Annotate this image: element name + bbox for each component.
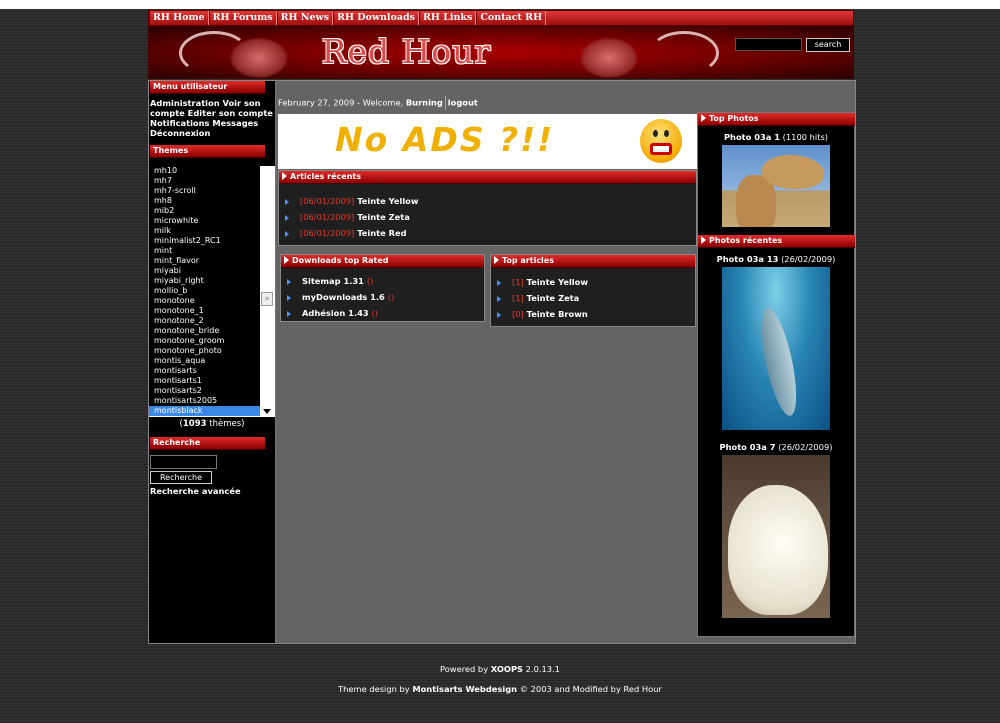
article-item[interactable]: [06/01/2009] Teinte Yellow bbox=[279, 193, 696, 209]
article-item[interactable]: [06/01/2009] Teinte Red bbox=[279, 225, 696, 241]
top-strip bbox=[0, 0, 1000, 9]
theme-list-scrollbar[interactable]: ≡ bbox=[260, 166, 275, 417]
separator bbox=[444, 96, 446, 110]
downloads-title: Downloads top Rated bbox=[281, 255, 484, 268]
recent-articles-block: Articles récents [06/01/2009] Teinte Yel… bbox=[278, 170, 697, 246]
no-ads-banner[interactable]: No ADS ?!! bbox=[278, 114, 697, 169]
header-search-button[interactable]: search bbox=[806, 38, 850, 52]
theme-option[interactable]: montisarts bbox=[149, 366, 260, 376]
blade-decoration-right bbox=[649, 31, 719, 75]
bullet-icon bbox=[497, 296, 501, 302]
theme-option[interactable]: miyabi_right bbox=[149, 276, 260, 286]
theme-option[interactable]: microwhite bbox=[149, 216, 260, 226]
theme-count: (1093 thèmes) bbox=[179, 419, 245, 429]
logout-link[interactable]: logout bbox=[448, 98, 478, 108]
theme-option[interactable]: mh7 bbox=[149, 176, 260, 186]
bullet-icon bbox=[287, 295, 291, 301]
user-menu-links[interactable]: Administration Voir son compte Editer so… bbox=[149, 94, 275, 138]
creature-decoration-right bbox=[579, 37, 639, 78]
recent-photos-title: Photos récentes bbox=[698, 235, 855, 248]
left-sidebar: Menu utilisateur Administration Voir son… bbox=[149, 81, 276, 643]
nav-rh-forums[interactable]: RH Forums bbox=[208, 11, 277, 25]
top-articles-title: Top articles bbox=[491, 255, 695, 268]
photo-caption[interactable]: Photo 03a 1 (1100 hits) bbox=[698, 132, 854, 142]
scroll-down-arrow-icon[interactable] bbox=[263, 409, 271, 414]
nav-contact-rh[interactable]: Contact RH bbox=[476, 11, 547, 25]
theme-option[interactable]: monotone_2 bbox=[149, 316, 260, 326]
nav-rh-home[interactable]: RH Home bbox=[149, 11, 209, 25]
photo-caption[interactable]: Photo 03a 13 (26/02/2009) bbox=[698, 254, 854, 264]
theme-options[interactable]: mh10 mh7 mh7-scroll mh8 mib2 microwhite milk mi… bbox=[149, 166, 260, 416]
download-item[interactable]: myDownloads 1.6 () bbox=[281, 289, 484, 305]
footer-powered-by: Powered by XOOPS 2.0.13.1 bbox=[440, 664, 560, 674]
theme-option[interactable]: monotone_1 bbox=[149, 306, 260, 316]
top-articles-block: Top articles [1] Teinte Yellow [1] Teint… bbox=[490, 254, 696, 327]
footer-theme-credit: Theme design by Montisarts Webdesign © 2… bbox=[338, 684, 662, 694]
downloads-top-rated-block: Downloads top Rated Sitemap 1.31 () myDo… bbox=[280, 254, 485, 322]
article-item[interactable]: [06/01/2009] Teinte Zeta bbox=[279, 209, 696, 225]
bullet-icon bbox=[287, 311, 291, 317]
bullet-icon bbox=[287, 279, 291, 285]
right-sidebar: Top Photos Photo 03a 1 (1100 hits) Photo… bbox=[697, 112, 855, 637]
search-input[interactable] bbox=[150, 455, 217, 469]
camel-photo[interactable] bbox=[722, 145, 830, 227]
theme-option[interactable]: mib2 bbox=[149, 206, 260, 216]
bullet-icon bbox=[285, 199, 289, 205]
top-photos-title: Top Photos bbox=[698, 113, 855, 126]
recent-articles-title: Articles récents bbox=[279, 171, 696, 184]
theme-option[interactable]: minimalist2_RC1 bbox=[149, 236, 260, 246]
theme-option[interactable]: mh8 bbox=[149, 196, 260, 206]
theme-option[interactable]: montisblack bbox=[149, 406, 260, 416]
nav-rh-news[interactable]: RH News bbox=[276, 11, 334, 25]
theme-option[interactable]: milk bbox=[149, 226, 260, 236]
download-item[interactable]: Adhésion 1.43 () bbox=[281, 305, 484, 321]
search-button[interactable]: Recherche bbox=[150, 471, 212, 484]
theme-option[interactable]: monotone_photo bbox=[149, 346, 260, 356]
scrollbar-thumb[interactable]: ≡ bbox=[261, 292, 273, 306]
advanced-search-link[interactable]: Recherche avancée bbox=[150, 486, 275, 496]
theme-option[interactable]: miyabi bbox=[149, 266, 260, 276]
theme-option[interactable]: montis_aqua bbox=[149, 356, 260, 366]
header-search-input[interactable] bbox=[735, 38, 802, 51]
top-article-item[interactable]: [1] Teinte Yellow bbox=[491, 274, 695, 290]
nav-rh-downloads[interactable]: RH Downloads bbox=[333, 11, 420, 25]
theme-option[interactable]: monotone bbox=[149, 296, 260, 306]
theme-option[interactable]: monotone_bride bbox=[149, 326, 260, 336]
bullet-icon bbox=[285, 231, 289, 237]
bullet-icon bbox=[497, 312, 501, 318]
user-menu-title: Menu utilisateur bbox=[150, 81, 265, 94]
theme-option[interactable]: mint_flavor bbox=[149, 256, 260, 266]
theme-option[interactable]: montisarts1 bbox=[149, 376, 260, 386]
download-item[interactable]: Sitemap 1.31 () bbox=[281, 273, 484, 289]
site-header: Red Hour search bbox=[148, 26, 854, 79]
banner-text: No ADS ?!! bbox=[335, 120, 555, 159]
shouting-smiley-icon bbox=[640, 119, 682, 163]
polar-bear-photo[interactable] bbox=[722, 455, 830, 618]
theme-option[interactable]: montisarts2005 bbox=[149, 396, 260, 406]
theme-option[interactable]: mollio_b bbox=[149, 286, 260, 296]
theme-option[interactable]: mh10 bbox=[149, 166, 260, 176]
themes-title: Themes bbox=[150, 145, 265, 158]
top-article-item[interactable]: [1] Teinte Zeta bbox=[491, 290, 695, 306]
welcome-bar: February 27, 2009 - Welcome, Burning logo… bbox=[278, 96, 478, 110]
search-title: Recherche bbox=[150, 437, 265, 450]
theme-option[interactable]: montisarts2 bbox=[149, 386, 260, 396]
bullet-icon bbox=[497, 280, 501, 286]
bullet-icon bbox=[285, 215, 289, 221]
montisarts-link[interactable]: Montisarts Webdesign bbox=[412, 684, 517, 694]
photo-caption[interactable]: Photo 03a 7 (26/02/2009) bbox=[698, 442, 854, 452]
main-frame: Menu utilisateur Administration Voir son… bbox=[148, 80, 856, 644]
theme-option[interactable]: mh7-scroll bbox=[149, 186, 260, 196]
theme-select-list[interactable]: mh10 mh7 mh7-scroll mh8 mib2 microwhite milk mi… bbox=[149, 166, 275, 417]
xoops-link[interactable]: XOOPS bbox=[491, 664, 523, 674]
creature-decoration-left bbox=[229, 37, 289, 78]
dolphin-photo[interactable] bbox=[722, 267, 830, 430]
top-navigation: RH Home RH Forums RH News RH Downloads R… bbox=[148, 10, 854, 26]
theme-option[interactable]: mint bbox=[149, 246, 260, 256]
nav-rh-links[interactable]: RH Links bbox=[419, 11, 477, 25]
theme-option[interactable]: monotone_groom bbox=[149, 336, 260, 346]
top-article-item[interactable]: [0] Teinte Brown bbox=[491, 306, 695, 322]
site-logo[interactable]: Red Hour bbox=[299, 32, 514, 71]
username[interactable]: Burning bbox=[406, 98, 443, 108]
